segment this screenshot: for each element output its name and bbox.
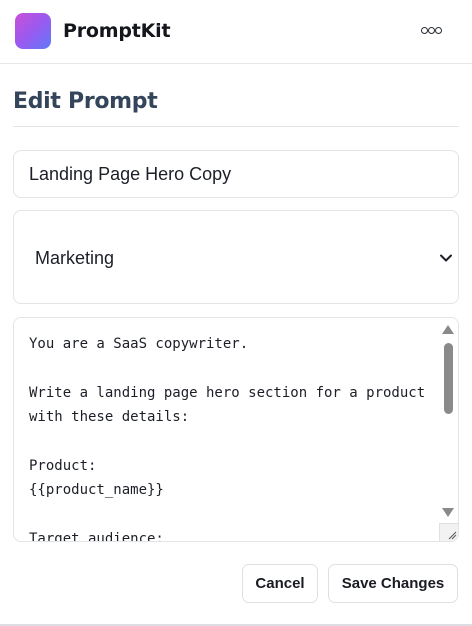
textarea-scrollbar[interactable] — [439, 319, 458, 522]
resize-handle-icon[interactable] — [439, 523, 458, 541]
scroll-up-icon[interactable] — [442, 325, 454, 334]
app-name: PromptKit — [63, 20, 171, 42]
cancel-button[interactable]: Cancel — [242, 564, 318, 603]
title-divider — [13, 126, 459, 127]
prompt-template-textarea[interactable]: You are a SaaS copywriter. Write a landi… — [13, 317, 459, 542]
page-title: Edit Prompt — [13, 89, 158, 114]
save-changes-button[interactable]: Save Changes — [328, 564, 458, 603]
more-dot-icon — [435, 27, 442, 34]
category-select[interactable]: Marketing — [13, 210, 459, 304]
app-logo — [15, 13, 51, 49]
app-header: PromptKit — [0, 0, 472, 64]
more-dot-icon — [428, 27, 435, 34]
more-dot-icon — [421, 27, 428, 34]
scrollbar-thumb[interactable] — [444, 343, 453, 414]
chevron-down-icon — [440, 254, 452, 262]
prompt-name-field[interactable] — [13, 150, 459, 198]
scroll-down-icon[interactable] — [442, 508, 454, 517]
prompt-name-input[interactable] — [29, 162, 444, 186]
category-selected-value: Marketing — [35, 248, 115, 268]
more-options-icon[interactable] — [421, 20, 449, 42]
prompt-template-text: You are a SaaS copywriter. Write a landi… — [29, 336, 426, 542]
